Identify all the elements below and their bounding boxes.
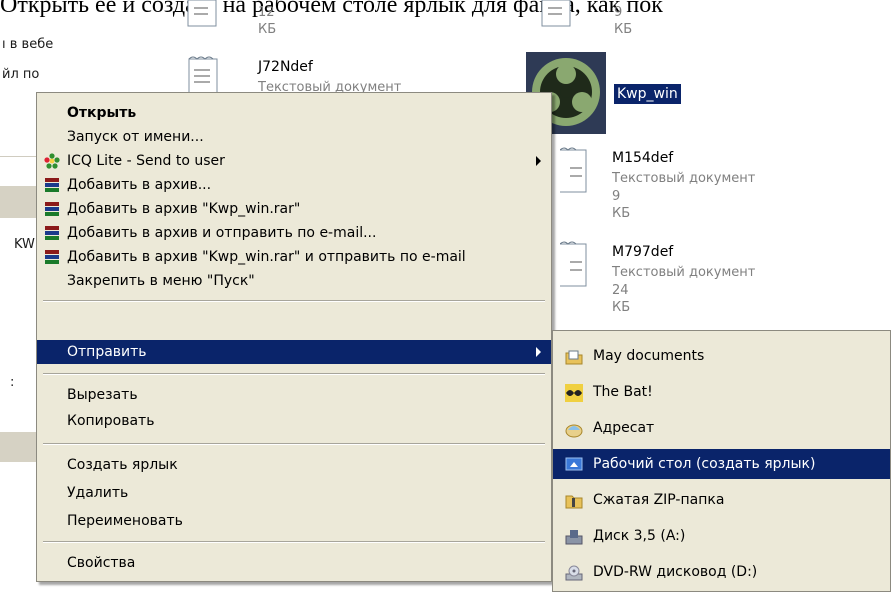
menu-item-copy[interactable]: Копировать	[37, 409, 551, 433]
floppy-drive-icon	[565, 530, 583, 545]
menu-separator	[43, 541, 545, 543]
icq-flower-icon	[44, 153, 60, 169]
submenu-arrow-icon	[536, 156, 541, 166]
menu-item-delete[interactable]: Удалить	[37, 481, 551, 505]
winrar-books-icon	[45, 202, 59, 216]
send-to-dvd-drive[interactable]: DVD-RW дисковод (D:)	[553, 557, 890, 587]
menu-item-rename[interactable]: Переименовать	[37, 509, 551, 533]
file-name: Kwp_win	[614, 84, 681, 104]
task-pane-band	[0, 432, 40, 462]
task-pane-text-4: :	[10, 375, 15, 390]
task-pane-text-1[interactable]: ı в вебе	[2, 37, 53, 52]
send-to-submenu: May documents The Bat! Адресат Рабочий с…	[552, 330, 891, 592]
zip-folder-icon	[565, 495, 583, 509]
menu-item-send-to[interactable]: Отправить	[37, 340, 551, 364]
winrar-books-icon	[45, 250, 59, 264]
file-size: 24 КБ	[612, 283, 631, 315]
divider	[0, 156, 40, 157]
file-name: M797def	[612, 244, 674, 260]
file-name: M154def	[612, 150, 674, 166]
text-document-icon	[541, 0, 571, 27]
menu-item-run-as[interactable]: Запуск от имени...	[37, 125, 551, 149]
menu-item-cut[interactable]: Вырезать	[37, 383, 551, 407]
file-type: Текстовый документ	[612, 171, 756, 186]
text-document-icon	[187, 0, 217, 27]
menu-separator	[43, 373, 545, 375]
send-to-floppy[interactable]: Диск 3,5 (A:)	[553, 521, 890, 551]
menu-item-create-shortcut[interactable]: Создать ярлык	[37, 453, 551, 477]
dvd-drive-icon	[565, 565, 583, 581]
menu-item-pin-start[interactable]: Закрепить в меню "Пуск"	[37, 269, 551, 293]
send-to-mail-recipient[interactable]: Адресат	[553, 413, 890, 443]
send-to-desktop-shortcut[interactable]: Рабочий стол (создать ярлык)	[553, 449, 890, 479]
desktop-shortcut-icon	[565, 457, 583, 471]
menu-item-add-to-archive[interactable]: Добавить в архив...	[37, 173, 551, 197]
file-name: J72Ndef	[258, 59, 313, 75]
task-pane-band	[0, 186, 40, 218]
menu-separator	[43, 443, 545, 445]
text-document-icon	[560, 241, 587, 287]
context-menu: Открыть Запуск от имени... ICQ Lite - Se…	[36, 92, 552, 582]
menu-item-open[interactable]: Открыть	[37, 101, 551, 125]
folder-documents-icon	[565, 350, 583, 365]
menu-item-add-to-rar[interactable]: Добавить в архив "Kwp_win.rar"	[37, 197, 551, 221]
menu-item-rar-and-email[interactable]: Добавить в архив "Kwp_win.rar" и отправи…	[37, 245, 551, 269]
winrar-books-icon	[45, 178, 59, 192]
file-size: 12 КБ	[258, 5, 277, 37]
mail-recipient-icon	[565, 424, 583, 438]
task-pane-text-2[interactable]: йл по	[2, 67, 39, 82]
winrar-books-icon	[45, 226, 59, 240]
send-to-zip-folder[interactable]: Сжатая ZIP-папка	[553, 485, 890, 515]
text-document-icon	[188, 56, 218, 94]
the-bat-icon	[565, 384, 583, 402]
text-document-icon	[560, 147, 587, 193]
send-to-the-bat[interactable]: The Bat!	[553, 377, 890, 407]
file-size: 9 КБ	[614, 5, 633, 37]
send-to-my-documents[interactable]: May documents	[553, 341, 890, 371]
task-pane-text-3: KW	[14, 237, 35, 252]
file-size: 9 КБ	[612, 189, 631, 221]
menu-item-archive-and-email[interactable]: Добавить в архив и отправить по e-mail..…	[37, 221, 551, 245]
menu-separator	[43, 300, 545, 302]
menu-item-properties[interactable]: Свойства	[37, 551, 551, 575]
file-type: Текстовый документ	[612, 265, 756, 280]
menu-item-icq-send[interactable]: ICQ Lite - Send to user	[37, 149, 551, 173]
submenu-arrow-icon	[536, 347, 541, 357]
